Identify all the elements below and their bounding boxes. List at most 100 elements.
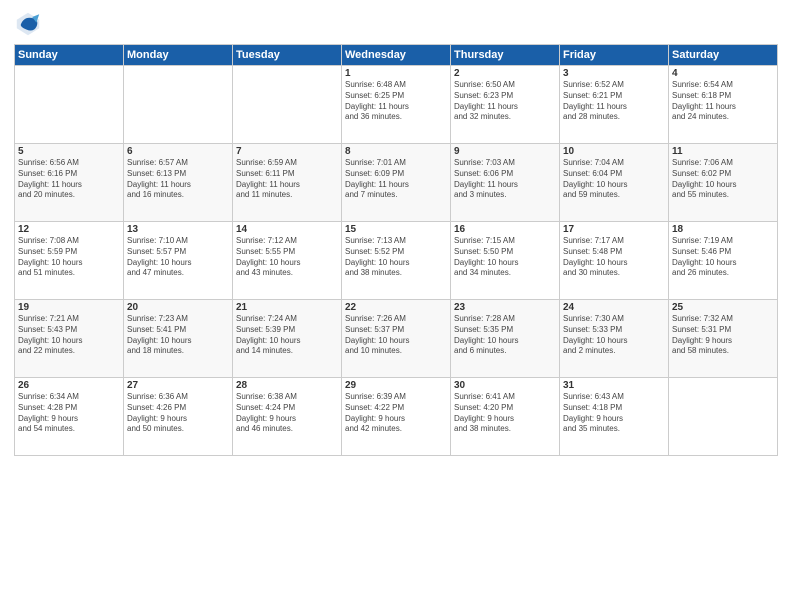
calendar-cell: 18Sunrise: 7:19 AM Sunset: 5:46 PM Dayli… bbox=[669, 222, 778, 300]
day-number: 4 bbox=[672, 68, 774, 79]
calendar-week-row: 1Sunrise: 6:48 AM Sunset: 6:25 PM Daylig… bbox=[15, 66, 778, 144]
calendar-cell: 17Sunrise: 7:17 AM Sunset: 5:48 PM Dayli… bbox=[560, 222, 669, 300]
calendar-cell: 24Sunrise: 7:30 AM Sunset: 5:33 PM Dayli… bbox=[560, 300, 669, 378]
day-info: Sunrise: 6:36 AM Sunset: 4:26 PM Dayligh… bbox=[127, 392, 229, 435]
day-info: Sunrise: 6:41 AM Sunset: 4:20 PM Dayligh… bbox=[454, 392, 556, 435]
day-number: 20 bbox=[127, 302, 229, 313]
weekday-header-friday: Friday bbox=[560, 45, 669, 66]
weekday-header-saturday: Saturday bbox=[669, 45, 778, 66]
calendar-cell: 21Sunrise: 7:24 AM Sunset: 5:39 PM Dayli… bbox=[233, 300, 342, 378]
weekday-header-tuesday: Tuesday bbox=[233, 45, 342, 66]
day-info: Sunrise: 6:54 AM Sunset: 6:18 PM Dayligh… bbox=[672, 80, 774, 123]
calendar-cell: 8Sunrise: 7:01 AM Sunset: 6:09 PM Daylig… bbox=[342, 144, 451, 222]
day-number: 23 bbox=[454, 302, 556, 313]
day-number: 5 bbox=[18, 146, 120, 157]
calendar-cell: 27Sunrise: 6:36 AM Sunset: 4:26 PM Dayli… bbox=[124, 378, 233, 456]
day-number: 29 bbox=[345, 380, 447, 391]
day-info: Sunrise: 7:13 AM Sunset: 5:52 PM Dayligh… bbox=[345, 236, 447, 279]
day-info: Sunrise: 7:08 AM Sunset: 5:59 PM Dayligh… bbox=[18, 236, 120, 279]
calendar-week-row: 26Sunrise: 6:34 AM Sunset: 4:28 PM Dayli… bbox=[15, 378, 778, 456]
day-info: Sunrise: 7:15 AM Sunset: 5:50 PM Dayligh… bbox=[454, 236, 556, 279]
day-info: Sunrise: 7:28 AM Sunset: 5:35 PM Dayligh… bbox=[454, 314, 556, 357]
day-info: Sunrise: 6:57 AM Sunset: 6:13 PM Dayligh… bbox=[127, 158, 229, 201]
calendar-table: SundayMondayTuesdayWednesdayThursdayFrid… bbox=[14, 44, 778, 456]
day-info: Sunrise: 7:19 AM Sunset: 5:46 PM Dayligh… bbox=[672, 236, 774, 279]
day-number: 10 bbox=[563, 146, 665, 157]
day-number: 13 bbox=[127, 224, 229, 235]
weekday-header-monday: Monday bbox=[124, 45, 233, 66]
day-number: 3 bbox=[563, 68, 665, 79]
day-number: 19 bbox=[18, 302, 120, 313]
day-number: 21 bbox=[236, 302, 338, 313]
day-info: Sunrise: 6:48 AM Sunset: 6:25 PM Dayligh… bbox=[345, 80, 447, 123]
calendar-cell: 19Sunrise: 7:21 AM Sunset: 5:43 PM Dayli… bbox=[15, 300, 124, 378]
day-number: 2 bbox=[454, 68, 556, 79]
calendar-cell: 26Sunrise: 6:34 AM Sunset: 4:28 PM Dayli… bbox=[15, 378, 124, 456]
calendar-week-row: 12Sunrise: 7:08 AM Sunset: 5:59 PM Dayli… bbox=[15, 222, 778, 300]
calendar-cell: 29Sunrise: 6:39 AM Sunset: 4:22 PM Dayli… bbox=[342, 378, 451, 456]
day-number: 24 bbox=[563, 302, 665, 313]
header bbox=[14, 10, 778, 38]
day-info: Sunrise: 7:03 AM Sunset: 6:06 PM Dayligh… bbox=[454, 158, 556, 201]
day-number: 12 bbox=[18, 224, 120, 235]
calendar-week-row: 5Sunrise: 6:56 AM Sunset: 6:16 PM Daylig… bbox=[15, 144, 778, 222]
weekday-header-sunday: Sunday bbox=[15, 45, 124, 66]
day-number: 28 bbox=[236, 380, 338, 391]
day-number: 18 bbox=[672, 224, 774, 235]
day-number: 11 bbox=[672, 146, 774, 157]
day-info: Sunrise: 6:34 AM Sunset: 4:28 PM Dayligh… bbox=[18, 392, 120, 435]
logo-icon bbox=[14, 10, 42, 38]
calendar-cell: 9Sunrise: 7:03 AM Sunset: 6:06 PM Daylig… bbox=[451, 144, 560, 222]
calendar-cell: 22Sunrise: 7:26 AM Sunset: 5:37 PM Dayli… bbox=[342, 300, 451, 378]
day-number: 6 bbox=[127, 146, 229, 157]
day-number: 15 bbox=[345, 224, 447, 235]
calendar-cell bbox=[669, 378, 778, 456]
day-info: Sunrise: 7:30 AM Sunset: 5:33 PM Dayligh… bbox=[563, 314, 665, 357]
day-info: Sunrise: 6:52 AM Sunset: 6:21 PM Dayligh… bbox=[563, 80, 665, 123]
day-number: 9 bbox=[454, 146, 556, 157]
day-number: 27 bbox=[127, 380, 229, 391]
day-number: 30 bbox=[454, 380, 556, 391]
calendar-cell: 31Sunrise: 6:43 AM Sunset: 4:18 PM Dayli… bbox=[560, 378, 669, 456]
day-number: 1 bbox=[345, 68, 447, 79]
calendar-cell bbox=[15, 66, 124, 144]
calendar-cell: 28Sunrise: 6:38 AM Sunset: 4:24 PM Dayli… bbox=[233, 378, 342, 456]
calendar-cell: 14Sunrise: 7:12 AM Sunset: 5:55 PM Dayli… bbox=[233, 222, 342, 300]
weekday-header-wednesday: Wednesday bbox=[342, 45, 451, 66]
day-info: Sunrise: 7:32 AM Sunset: 5:31 PM Dayligh… bbox=[672, 314, 774, 357]
day-info: Sunrise: 7:23 AM Sunset: 5:41 PM Dayligh… bbox=[127, 314, 229, 357]
calendar-cell: 3Sunrise: 6:52 AM Sunset: 6:21 PM Daylig… bbox=[560, 66, 669, 144]
calendar-cell: 1Sunrise: 6:48 AM Sunset: 6:25 PM Daylig… bbox=[342, 66, 451, 144]
day-info: Sunrise: 7:26 AM Sunset: 5:37 PM Dayligh… bbox=[345, 314, 447, 357]
calendar-cell: 5Sunrise: 6:56 AM Sunset: 6:16 PM Daylig… bbox=[15, 144, 124, 222]
day-info: Sunrise: 7:01 AM Sunset: 6:09 PM Dayligh… bbox=[345, 158, 447, 201]
calendar-cell bbox=[124, 66, 233, 144]
day-info: Sunrise: 6:39 AM Sunset: 4:22 PM Dayligh… bbox=[345, 392, 447, 435]
calendar-cell: 16Sunrise: 7:15 AM Sunset: 5:50 PM Dayli… bbox=[451, 222, 560, 300]
calendar-cell: 20Sunrise: 7:23 AM Sunset: 5:41 PM Dayli… bbox=[124, 300, 233, 378]
calendar-cell: 2Sunrise: 6:50 AM Sunset: 6:23 PM Daylig… bbox=[451, 66, 560, 144]
day-info: Sunrise: 6:56 AM Sunset: 6:16 PM Dayligh… bbox=[18, 158, 120, 201]
weekday-header-thursday: Thursday bbox=[451, 45, 560, 66]
day-info: Sunrise: 6:38 AM Sunset: 4:24 PM Dayligh… bbox=[236, 392, 338, 435]
day-info: Sunrise: 7:24 AM Sunset: 5:39 PM Dayligh… bbox=[236, 314, 338, 357]
calendar-cell: 4Sunrise: 6:54 AM Sunset: 6:18 PM Daylig… bbox=[669, 66, 778, 144]
day-info: Sunrise: 7:10 AM Sunset: 5:57 PM Dayligh… bbox=[127, 236, 229, 279]
weekday-header-row: SundayMondayTuesdayWednesdayThursdayFrid… bbox=[15, 45, 778, 66]
day-number: 17 bbox=[563, 224, 665, 235]
day-info: Sunrise: 7:12 AM Sunset: 5:55 PM Dayligh… bbox=[236, 236, 338, 279]
day-info: Sunrise: 7:21 AM Sunset: 5:43 PM Dayligh… bbox=[18, 314, 120, 357]
day-number: 26 bbox=[18, 380, 120, 391]
day-number: 7 bbox=[236, 146, 338, 157]
calendar-cell: 10Sunrise: 7:04 AM Sunset: 6:04 PM Dayli… bbox=[560, 144, 669, 222]
day-number: 25 bbox=[672, 302, 774, 313]
calendar-cell: 30Sunrise: 6:41 AM Sunset: 4:20 PM Dayli… bbox=[451, 378, 560, 456]
logo bbox=[14, 10, 46, 38]
calendar-week-row: 19Sunrise: 7:21 AM Sunset: 5:43 PM Dayli… bbox=[15, 300, 778, 378]
day-number: 22 bbox=[345, 302, 447, 313]
day-number: 8 bbox=[345, 146, 447, 157]
day-number: 14 bbox=[236, 224, 338, 235]
calendar-cell: 25Sunrise: 7:32 AM Sunset: 5:31 PM Dayli… bbox=[669, 300, 778, 378]
calendar-cell: 13Sunrise: 7:10 AM Sunset: 5:57 PM Dayli… bbox=[124, 222, 233, 300]
page: SundayMondayTuesdayWednesdayThursdayFrid… bbox=[0, 0, 792, 612]
